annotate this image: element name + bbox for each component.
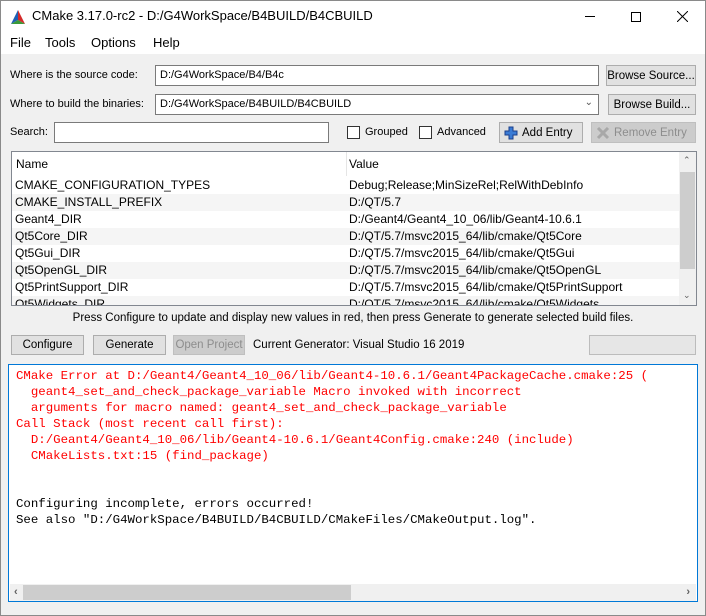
menu-tools[interactable]: Tools (45, 35, 75, 50)
maximize-button[interactable] (613, 1, 659, 32)
plus-icon (504, 126, 518, 139)
row-value: D:/QT/5.7/msvc2015_64/lib/cmake/Qt5Widge… (349, 297, 600, 306)
remove-x-icon (596, 126, 610, 139)
log-line: Call Stack (most recent call first): (16, 417, 284, 431)
window-title: CMake 3.17.0-rc2 - D:/G4WorkSpace/B4BUIL… (32, 8, 373, 23)
menu-file[interactable]: File (10, 35, 31, 50)
menu-options[interactable]: Options (91, 35, 136, 50)
add-entry-label: Add Entry (522, 126, 573, 139)
add-entry-button[interactable]: Add Entry (499, 122, 583, 143)
row-value: D:/QT/5.7/msvc2015_64/lib/cmake/Qt5OpenG… (349, 263, 602, 277)
open-project-button[interactable]: Open Project (173, 335, 245, 355)
table-vertical-scrollbar[interactable]: ⌃ ⌄ (679, 152, 696, 305)
maximize-icon (631, 11, 641, 22)
row-name: CMAKE_CONFIGURATION_TYPES (15, 178, 211, 192)
table-row[interactable]: Qt5Widgets_DIR D:/QT/5.7/msvc2015_64/lib… (12, 296, 680, 306)
close-icon (676, 11, 688, 22)
row-name: Qt5PrintSupport_DIR (15, 280, 129, 294)
configure-button[interactable]: Configure (11, 335, 84, 355)
table-row[interactable]: Geant4_DIR D:/Geant4/Geant4_10_06/lib/Ge… (12, 211, 680, 228)
row-value: D:/QT/5.7/msvc2015_64/lib/cmake/Qt5Gui (349, 246, 575, 260)
scroll-up-icon[interactable]: ⌃ (683, 155, 691, 166)
row-name: CMAKE_INSTALL_PREFIX (15, 195, 163, 209)
current-generator-label: Current Generator: Visual Studio 16 2019 (253, 339, 465, 351)
row-name: Geant4_DIR (15, 212, 82, 226)
row-value: D:/Geant4/Geant4_10_06/lib/Geant4-10.6.1 (349, 212, 582, 226)
cache-variables-table: Name Value CMAKE_CONFIGURATION_TYPES Deb… (11, 151, 697, 306)
column-header-name[interactable]: Name (12, 152, 52, 176)
table-row[interactable]: Qt5PrintSupport_DIR D:/QT/5.7/msvc2015_6… (12, 279, 680, 296)
build-path-combobox[interactable]: D:/G4WorkSpace/B4BUILD/B4CBUILD ⌄ (155, 94, 599, 115)
browse-build-button[interactable]: Browse Build... (608, 94, 696, 115)
browse-source-button[interactable]: Browse Source... (606, 65, 696, 86)
table-row[interactable]: Qt5Gui_DIR D:/QT/5.7/msvc2015_64/lib/cma… (12, 245, 680, 262)
progress-bar (589, 335, 696, 355)
log-line: CMakeLists.txt:15 (find_package) (16, 449, 269, 463)
search-input[interactable] (54, 122, 329, 143)
build-path-value: D:/G4WorkSpace/B4BUILD/B4CBUILD (160, 98, 352, 110)
output-horizontal-scrollbar[interactable]: ‹ › (10, 584, 696, 601)
source-path-input[interactable]: D:/G4WorkSpace/B4/B4c (155, 65, 599, 86)
log-line: See also "D:/G4WorkSpace/B4BUILD/B4CBUIL… (16, 513, 537, 527)
row-value: D:/QT/5.7/msvc2015_64/lib/cmake/Qt5Core (349, 229, 582, 243)
row-value: Debug;Release;MinSizeRel;RelWithDebInfo (349, 178, 584, 192)
row-name: Qt5Gui_DIR (15, 246, 81, 260)
scroll-left-icon[interactable]: ‹ (14, 586, 18, 598)
advanced-checkbox[interactable] (419, 126, 432, 139)
row-name: Qt5Core_DIR (15, 229, 88, 243)
table-row[interactable]: Qt5Core_DIR D:/QT/5.7/msvc2015_64/lib/cm… (12, 228, 680, 245)
menu-help[interactable]: Help (153, 35, 180, 50)
cmake-window: CMake 3.17.0-rc2 - D:/G4WorkSpace/B4BUIL… (0, 0, 706, 616)
scroll-right-icon[interactable]: › (686, 586, 690, 598)
row-value: D:/QT/5.7 (349, 195, 402, 209)
table-row[interactable]: CMAKE_CONFIGURATION_TYPES Debug;Release;… (12, 177, 680, 194)
scrollbar-thumb[interactable] (680, 172, 695, 269)
row-name: Qt5OpenGL_DIR (15, 263, 108, 277)
log-line: arguments for macro named: geant4_set_an… (16, 401, 507, 415)
log-line: Configuring incomplete, errors occurred! (16, 497, 314, 511)
build-label: Where to build the binaries: (10, 98, 144, 110)
generate-button[interactable]: Generate (93, 335, 166, 355)
menu-bar: File Tools Options Help (1, 32, 705, 54)
remove-entry-label: Remove Entry (614, 126, 687, 139)
source-label: Where is the source code: (10, 69, 138, 81)
table-row[interactable]: Qt5OpenGL_DIR D:/QT/5.7/msvc2015_64/lib/… (12, 262, 680, 279)
row-value: D:/QT/5.7/msvc2015_64/lib/cmake/Qt5Print… (349, 280, 623, 294)
log-line: D:/Geant4/Geant4_10_06/lib/Geant4-10.6.1… (16, 433, 574, 447)
minimize-button[interactable] (567, 1, 613, 32)
cmake-logo-icon (11, 10, 25, 24)
log-line: CMake Error at D:/Geant4/Geant4_10_06/li… (16, 369, 649, 383)
scrollbar-thumb[interactable] (23, 585, 351, 600)
close-button[interactable] (659, 1, 705, 32)
output-log[interactable]: CMake Error at D:/Geant4/Geant4_10_06/li… (8, 364, 698, 602)
advanced-label: Advanced (437, 126, 486, 138)
table-row[interactable]: CMAKE_INSTALL_PREFIX D:/QT/5.7 (12, 194, 680, 211)
scroll-down-icon[interactable]: ⌄ (683, 290, 691, 301)
log-line: geant4_set_and_check_package_variable Ma… (16, 385, 522, 399)
remove-entry-button[interactable]: Remove Entry (591, 122, 696, 143)
chevron-down-icon: ⌄ (584, 97, 593, 108)
column-header-value[interactable]: Value (345, 152, 383, 176)
row-name: Qt5Widgets_DIR (15, 297, 106, 306)
grouped-label: Grouped (365, 126, 408, 138)
minimize-icon (585, 16, 595, 17)
grouped-checkbox[interactable] (347, 126, 360, 139)
search-label: Search: (10, 126, 48, 138)
configure-hint: Press Configure to update and display ne… (72, 312, 634, 324)
title-bar[interactable]: CMake 3.17.0-rc2 - D:/G4WorkSpace/B4BUIL… (1, 1, 705, 32)
